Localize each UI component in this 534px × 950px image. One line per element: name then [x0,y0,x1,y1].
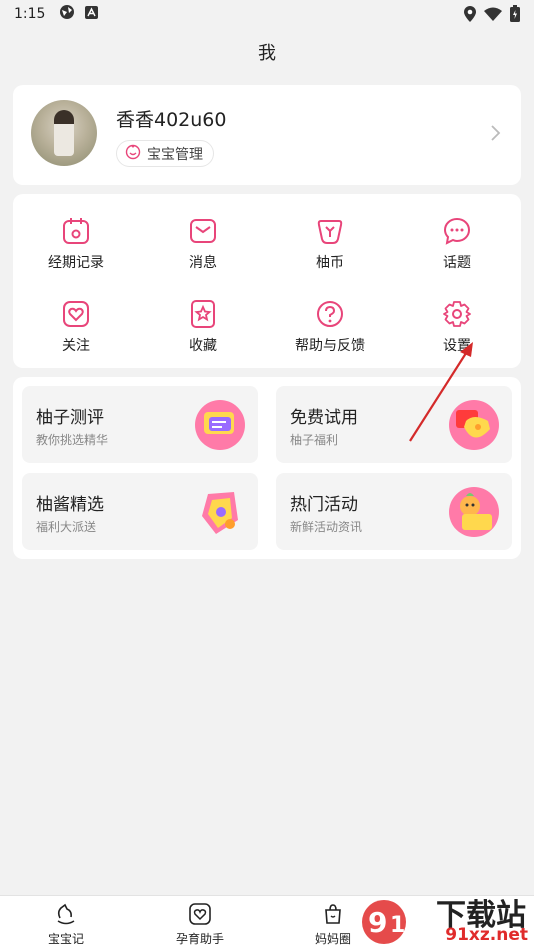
wifi-icon [484,7,502,25]
grid-item-topics[interactable]: 话题 [407,206,507,282]
lucky-bag-icon [202,492,238,534]
help-icon [317,301,343,327]
baby-manage-label: 宝宝管理 [147,146,203,163]
bag-icon [325,904,341,924]
mascot-icon [449,487,499,537]
grid-label: 消息 [189,255,217,271]
grid-item-settings[interactable]: 设置 [407,289,507,365]
nav-baby-diary[interactable]: 宝宝记 [21,902,111,947]
chat-icon [443,217,471,245]
calendar-icon [63,218,89,244]
promo-yujiang-selection[interactable]: 柚酱精选 福利大派送 [22,473,258,550]
nav-label: 孕育助手 [175,932,224,946]
rocking-horse-icon [57,903,75,925]
battery-icon [510,5,520,26]
svg-text:9: 9 [368,906,387,939]
grid-label: 帮助与反馈 [295,338,365,354]
baby-face-icon [125,144,141,164]
promo-subtitle: 福利大派送 [36,520,97,534]
svg-text:1: 1 [390,913,405,938]
heart-square-icon [189,903,211,925]
promo-subtitle: 新鲜活动资讯 [290,520,363,534]
status-bar: 1:15 [0,0,534,28]
function-grid: 经期记录 消息 柚币 话题 关注 收藏 帮助与反馈 设置 [13,194,521,368]
gear-icon [443,301,471,327]
grid-label: 收藏 [189,338,217,354]
profile-card[interactable]: 香香402u60 宝宝管理 [13,85,521,185]
promo-free-trial[interactable]: 免费试用 柚子福利 [276,386,512,463]
grid-label: 经期记录 [48,255,104,271]
chevron-right-icon [491,125,501,141]
avatar[interactable] [31,100,97,166]
promo-title: 柚子测评 [36,408,104,428]
gift-bag-icon [449,400,499,450]
globe-icon [59,4,75,24]
grid-label: 设置 [443,338,471,354]
page-title: 我 [258,43,276,64]
grid-item-follow[interactable]: 关注 [26,289,126,365]
watermark-url: 91xz.net [445,925,528,945]
grid-item-period-record[interactable]: 经期记录 [26,206,126,282]
status-time: 1:15 [14,6,46,22]
app-notification-icon [85,5,99,23]
username: 香香402u60 [116,109,227,131]
heart-icon [63,301,89,327]
grid-item-help-feedback[interactable]: 帮助与反馈 [280,289,380,365]
promo-subtitle: 教你挑选精华 [36,433,109,447]
baby-manage-button[interactable]: 宝宝管理 [116,140,214,167]
review-card-icon [195,400,245,450]
nav-label: 宝宝记 [47,932,84,946]
nav-pregnancy-assistant[interactable]: 孕育助手 [155,902,245,947]
promo-subtitle: 柚子福利 [290,433,339,447]
grid-item-messages[interactable]: 消息 [153,206,253,282]
promo-section: 柚子测评 教你挑选精华 免费试用 柚子福利 柚酱精选 福利大派送 热门活动 新鲜… [13,377,521,559]
grid-item-coins[interactable]: 柚币 [280,206,380,282]
coin-icon [317,220,343,244]
grid-label: 话题 [443,255,471,271]
location-icon [464,5,476,26]
promo-title: 热门活动 [290,495,358,515]
promo-title: 柚酱精选 [36,495,104,515]
star-bookmark-icon [191,300,215,328]
mail-icon [190,219,216,243]
grid-label: 关注 [62,338,90,354]
grid-label: 柚币 [316,255,344,271]
promo-yuzi-review[interactable]: 柚子测评 教你挑选精华 [22,386,258,463]
promo-hot-activities[interactable]: 热门活动 新鲜活动资讯 [276,473,512,550]
grid-item-favorites[interactable]: 收藏 [153,289,253,365]
promo-title: 免费试用 [290,408,358,428]
nav-label: 妈妈圈 [314,932,351,946]
